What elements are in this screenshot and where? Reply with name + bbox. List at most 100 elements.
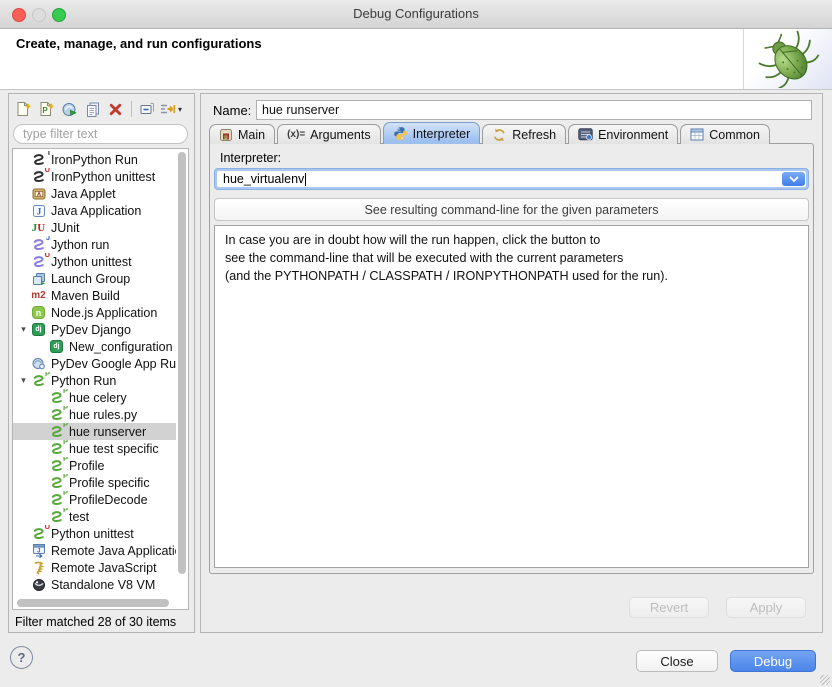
tree-item-java-applet[interactable]: Java Applet	[13, 185, 176, 202]
delete-icon	[108, 102, 123, 117]
tree-item-label: Node.js Application	[51, 306, 157, 320]
tree-item-label: Remote JavaScript	[51, 561, 157, 575]
delete-button[interactable]	[104, 98, 127, 120]
tree-item-jython-unittest[interactable]: U Jython unittest	[13, 253, 176, 270]
tree-item-junit[interactable]: JUJUnit	[13, 219, 176, 236]
tree-item-label: hue runserver	[69, 425, 146, 439]
tree-item-label: PyDev Django	[51, 323, 131, 337]
tab-refresh-icon	[492, 128, 507, 142]
chevron-down-icon[interactable]	[782, 172, 805, 186]
tree-item-remote-java-application[interactable]: JRemote Java Application	[13, 542, 176, 559]
snake-green-icon: U	[30, 526, 47, 541]
expand-arrow-icon[interactable]: ▾	[17, 324, 30, 335]
tree-item-label: Maven Build	[51, 289, 120, 303]
snake-green-icon: P	[48, 424, 65, 439]
launch-group-icon	[30, 271, 47, 286]
tree-item-remote-javascript[interactable]: Remote JavaScript	[13, 559, 176, 576]
snake-green-icon: P	[30, 373, 47, 388]
new-configuration-button[interactable]	[12, 98, 35, 120]
snake-black-icon: I	[30, 152, 47, 167]
gae-icon	[30, 356, 47, 371]
new-prototype-button[interactable]: P	[35, 98, 58, 120]
tree-item-pydev-django[interactable]: ▾djPyDev Django	[13, 321, 176, 338]
expand-arrow-icon[interactable]: ▾	[17, 375, 30, 386]
tree-item-label: hue rules.py	[69, 408, 137, 422]
dropdown-arrow-icon: ▾	[178, 105, 182, 114]
filter-icon	[159, 101, 177, 117]
tree-item-hue-rules-py[interactable]: Phue rules.py	[13, 406, 176, 423]
new-config-icon	[15, 101, 32, 118]
tree-item-label: Standalone V8 VM	[51, 578, 155, 592]
tree-item-maven-build[interactable]: m2 Maven Build	[13, 287, 176, 304]
tab-arguments[interactable]: (x)= Arguments	[277, 124, 381, 144]
tree-item-label: ProfileDecode	[69, 493, 148, 507]
debug-button[interactable]: Debug	[730, 650, 816, 672]
tree-item-label: PyDev Google App Run	[51, 357, 176, 371]
tree-item-new-configuration[interactable]: djNew_configuration	[13, 338, 176, 355]
tree-item-ironpython-unittest[interactable]: UIronPython unittest	[13, 168, 176, 185]
tab-interpreter[interactable]: Interpreter	[383, 122, 481, 144]
tab-environment[interactable]: Environment	[568, 124, 678, 144]
tree-item-label: Jython unittest	[51, 255, 132, 269]
tree-item-label: hue celery	[69, 391, 127, 405]
snake-purple-icon: U	[30, 254, 47, 269]
left-toolbar: P▾	[12, 97, 182, 121]
tree-item-python-unittest[interactable]: UPython unittest	[13, 525, 176, 542]
tab-args-icon: (x)=	[287, 129, 305, 140]
close-button[interactable]: Close	[636, 650, 718, 672]
collapse-all-icon	[139, 101, 156, 117]
tree-item-label: Profile specific	[69, 476, 150, 490]
snake-purple-icon: J	[30, 237, 47, 252]
filter-configurations-button[interactable]: ▾	[159, 98, 182, 120]
tree-item-hue-runserver[interactable]: Phue runserver	[13, 423, 176, 440]
tree-item-standalone-v8-vm[interactable]: Standalone V8 VM	[13, 576, 176, 593]
configurations-tree: IIronPython RunUIronPython unittestJava …	[12, 148, 189, 610]
tree-item-jython-run[interactable]: JJython run	[13, 236, 176, 253]
svg-text:J: J	[36, 206, 41, 216]
tree-item-launch-group[interactable]: Launch Group	[13, 270, 176, 287]
java-app-icon: J	[30, 203, 47, 218]
tree-item-profile[interactable]: PProfile	[13, 457, 176, 474]
interpreter-tab-content: Interpreter: hue_virtualenv See resultin…	[209, 143, 814, 574]
tree-item-hue-celery[interactable]: Phue celery	[13, 389, 176, 406]
svg-text:p: p	[224, 134, 228, 140]
help-button[interactable]: ?	[10, 646, 33, 669]
tree-item-profile-specific[interactable]: PProfile specific	[13, 474, 176, 491]
tree-item-java-application[interactable]: JJava Application	[13, 202, 176, 219]
tab-label: Arguments	[310, 128, 370, 142]
filter-input[interactable]	[13, 124, 188, 144]
banner: Create, manage, and run configurations	[0, 29, 832, 90]
interpreter-value: hue_virtualenv	[223, 172, 304, 186]
tree-vertical-scrollbar[interactable]	[178, 152, 186, 592]
tree-item-profiledecode[interactable]: P ProfileDecode	[13, 491, 176, 508]
maven-icon: m2	[30, 288, 47, 303]
snake-black-icon: U	[30, 169, 47, 184]
snake-green-icon: P	[48, 492, 65, 507]
tree-item-hue-test-specific[interactable]: Phue test specific	[13, 440, 176, 457]
tab-common[interactable]: Common	[680, 124, 770, 144]
junit-icon: JU	[30, 220, 47, 235]
tree-item-node-js-application[interactable]: nNode.js Application	[13, 304, 176, 321]
tree-horizontal-scrollbar[interactable]	[17, 599, 174, 607]
revert-button[interactable]: Revert	[629, 597, 709, 618]
tree-item-test[interactable]: Ptest	[13, 508, 176, 525]
collapse-all-button[interactable]	[136, 98, 159, 120]
export-icon	[61, 101, 78, 118]
remote-js-icon	[30, 560, 47, 575]
name-input[interactable]	[256, 100, 812, 120]
tab-main[interactable]: pMain	[209, 124, 275, 144]
tree-item-label: hue test specific	[69, 442, 159, 456]
resize-grip[interactable]	[820, 675, 830, 685]
tree-item-ironpython-run[interactable]: IIronPython Run	[13, 151, 176, 168]
tab-refresh[interactable]: Refresh	[482, 124, 566, 144]
snake-green-icon: P	[48, 407, 65, 422]
interpreter-combobox[interactable]: hue_virtualenv	[214, 168, 809, 190]
java-applet-icon	[30, 186, 47, 201]
tree-item-python-run[interactable]: ▾PPython Run	[13, 372, 176, 389]
export-configurations-button[interactable]	[58, 98, 81, 120]
tab-label: Common	[709, 128, 760, 142]
tree-item-pydev-google-app-run[interactable]: PyDev Google App Run	[13, 355, 176, 372]
duplicate-button[interactable]	[81, 98, 104, 120]
apply-button[interactable]: Apply	[726, 597, 806, 618]
see-command-line-button[interactable]: See resulting command-line for the given…	[214, 198, 809, 221]
